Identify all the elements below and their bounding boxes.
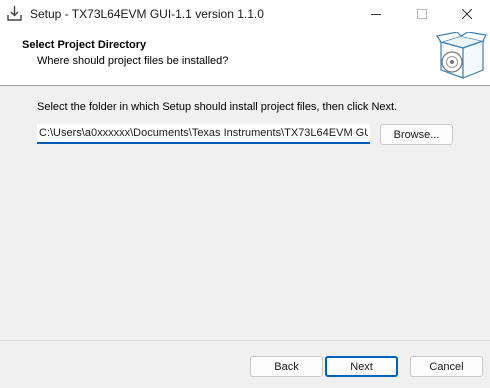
minimize-icon <box>371 14 381 15</box>
footer-divider <box>0 340 490 341</box>
install-path-input[interactable] <box>37 124 370 144</box>
page-title: Select Project Directory <box>22 39 147 51</box>
instruction-text: Select the folder in which Setup should … <box>37 101 398 113</box>
package-box-disc-icon <box>436 32 487 79</box>
window-title: Setup - TX73L64EVM GUI-1.1 version 1.1.0 <box>30 7 264 21</box>
cancel-button[interactable]: Cancel <box>410 356 483 377</box>
installer-download-icon <box>7 6 22 21</box>
browse-button[interactable]: Browse... <box>380 124 453 145</box>
maximize-button[interactable] <box>399 0 445 28</box>
wizard-header: Select Project Directory Where should pr… <box>0 28 490 86</box>
maximize-icon <box>417 9 427 19</box>
back-button[interactable]: Back <box>250 356 323 377</box>
minimize-button[interactable] <box>353 0 399 28</box>
close-icon <box>462 9 472 19</box>
title-bar[interactable]: Setup - TX73L64EVM GUI-1.1 version 1.1.0 <box>0 0 490 28</box>
setup-window: Setup - TX73L64EVM GUI-1.1 version 1.1.0… <box>0 0 490 388</box>
next-button[interactable]: Next <box>325 356 398 377</box>
page-subtitle: Where should project files be installed? <box>37 55 229 67</box>
close-button[interactable] <box>444 0 490 28</box>
